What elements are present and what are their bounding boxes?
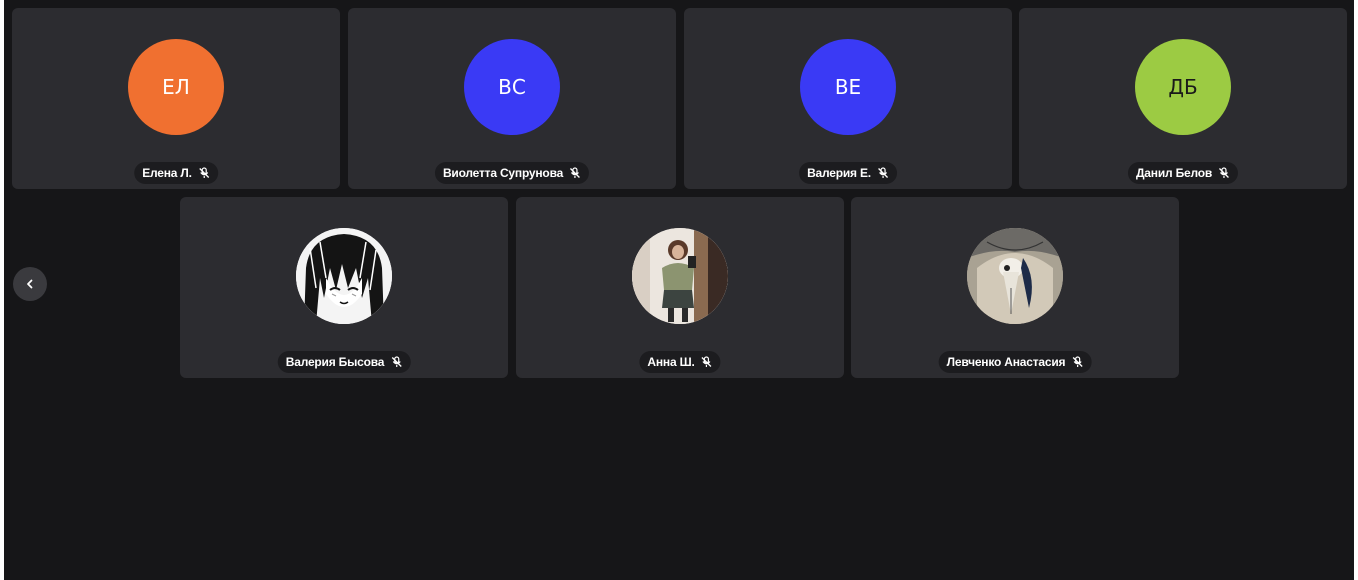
participant-tile[interactable]: Анна Ш.	[516, 197, 844, 378]
mic-muted-icon	[1219, 167, 1229, 178]
participant-tile[interactable]: ВС Виолетта Супрунова	[348, 8, 676, 189]
previous-page-button[interactable]	[13, 267, 47, 301]
mic-muted-icon	[391, 356, 402, 367]
avatar: ЕЛ	[128, 39, 224, 135]
participant-name: Анна Ш.	[647, 355, 695, 369]
participant-name: Виолетта Супрунова	[442, 166, 564, 180]
avatar: ВС	[464, 39, 560, 135]
avatar: ВЕ	[800, 39, 896, 135]
mic-muted-icon	[877, 167, 888, 178]
mirror-selfie-image	[632, 228, 728, 324]
avatar-initials: ВС	[498, 75, 526, 99]
avatar-initials: ВЕ	[834, 75, 862, 99]
mic-muted-icon	[1072, 356, 1083, 367]
chevron-left-icon	[27, 279, 33, 289]
participant-tile[interactable]: Валерия Бысова	[180, 197, 508, 378]
avatar-initials: ДБ	[1168, 75, 1198, 99]
participant-nameplate: Елена Л.	[134, 162, 218, 184]
mic-muted-icon	[198, 167, 209, 178]
participant-tile[interactable]: Левченко Анастасия	[851, 197, 1179, 378]
participant-tile[interactable]: ВЕ Валерия Е.	[684, 8, 1012, 189]
participant-name: Валерия Е.	[807, 166, 871, 180]
video-call-grid: ЕЛ Елена Л. ВС Виолетта Супрунова ВЕ Вал…	[4, 0, 1354, 580]
avatar: ДБ	[1135, 39, 1231, 135]
participant-nameplate: Анна Ш.	[639, 351, 721, 373]
participant-nameplate: Валерия Бысова	[277, 351, 411, 373]
participant-tile[interactable]: ЕЛ Елена Л.	[12, 8, 340, 189]
bird-skull-image	[967, 228, 1063, 324]
avatar-initials: ЕЛ	[162, 75, 190, 99]
avatar-photo	[632, 228, 728, 324]
mic-muted-icon	[701, 356, 712, 367]
anime-portrait-image	[296, 228, 392, 324]
participant-nameplate: Левченко Анастасия	[938, 351, 1092, 373]
participant-name: Валерия Бысова	[285, 355, 385, 369]
participant-tile[interactable]: ДБ Данил Белов	[1019, 8, 1347, 189]
participant-name: Левченко Анастасия	[946, 355, 1066, 369]
participant-nameplate: Данил Белов	[1127, 162, 1239, 184]
participant-name: Данил Белов	[1135, 166, 1213, 180]
avatar-photo	[967, 228, 1063, 324]
participant-name: Елена Л.	[142, 166, 192, 180]
mic-muted-icon	[570, 167, 581, 178]
participant-nameplate: Валерия Е.	[799, 162, 897, 184]
avatar-photo	[296, 228, 392, 324]
participant-nameplate: Виолетта Супрунова	[434, 162, 590, 184]
